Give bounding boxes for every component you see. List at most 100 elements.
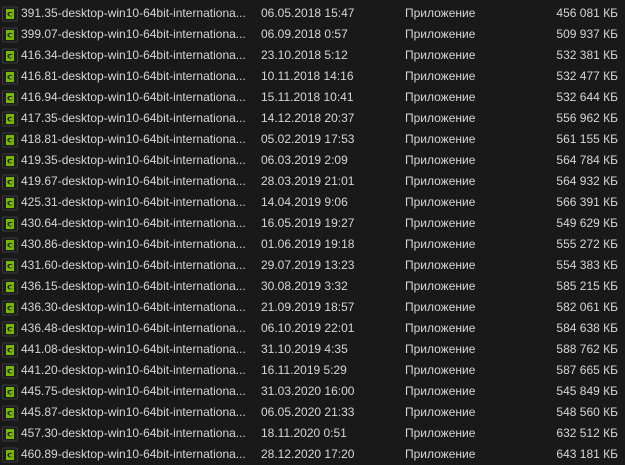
file-size: 549 629 КБ [556,216,618,230]
file-row[interactable]: 419.35-desktop-win10-64bit-internationa.… [0,150,625,171]
file-row[interactable]: 430.86-desktop-win10-64bit-internationa.… [0,234,625,255]
file-row[interactable]: 441.08-desktop-win10-64bit-internationa.… [0,339,625,360]
file-name: 418.81-desktop-win10-64bit-internationa.… [21,132,246,146]
file-modified-date: 31.03.2020 16:00 [261,384,355,398]
nvidia-installer-icon [2,255,18,276]
nvidia-installer-icon [2,87,18,108]
file-row[interactable]: 445.75-desktop-win10-64bit-internationa.… [0,381,625,402]
nvidia-installer-icon [2,150,18,171]
file-name: 430.64-desktop-win10-64bit-internationa.… [21,216,246,230]
file-row[interactable]: 431.60-desktop-win10-64bit-internationa.… [0,255,625,276]
file-name: 445.87-desktop-win10-64bit-internationa.… [21,405,246,419]
file-name: 417.35-desktop-win10-64bit-internationa.… [21,111,246,125]
file-name: 416.34-desktop-win10-64bit-internationa.… [21,48,246,62]
file-row[interactable]: 445.87-desktop-win10-64bit-internationa.… [0,402,625,423]
nvidia-installer-icon [2,234,18,255]
nvidia-installer-icon [2,213,18,234]
file-row[interactable]: 416.81-desktop-win10-64bit-internationa.… [0,66,625,87]
file-size: 564 932 КБ [556,174,618,188]
file-row[interactable]: 417.35-desktop-win10-64bit-internationa.… [0,108,625,129]
file-size: 582 061 КБ [556,300,618,314]
file-size: 548 560 КБ [556,405,618,419]
file-size: 643 181 КБ [556,447,618,461]
file-type: Приложение [405,6,476,20]
file-size: 532 381 КБ [556,48,618,62]
nvidia-installer-icon [2,318,18,339]
file-row[interactable]: 425.31-desktop-win10-64bit-internationa.… [0,192,625,213]
file-size: 509 937 КБ [556,27,618,41]
file-row[interactable]: 430.64-desktop-win10-64bit-internationa.… [0,213,625,234]
file-list: 391.35-desktop-win10-64bit-internationa.… [0,3,625,465]
file-row[interactable]: 436.15-desktop-win10-64bit-internationa.… [0,276,625,297]
file-type: Приложение [405,279,476,293]
file-type: Приложение [405,258,476,272]
file-modified-date: 15.11.2018 10:41 [261,90,354,104]
file-name: 436.15-desktop-win10-64bit-internationa.… [21,279,246,293]
file-size: 588 762 КБ [556,342,618,356]
file-type: Приложение [405,69,476,83]
file-modified-date: 06.10.2019 22:01 [261,321,355,335]
file-type: Приложение [405,321,476,335]
file-name: 391.35-desktop-win10-64bit-internationa.… [21,6,246,20]
file-name: 419.67-desktop-win10-64bit-internationa.… [21,174,246,188]
file-modified-date: 28.03.2019 21:01 [261,174,355,188]
file-name: 419.35-desktop-win10-64bit-internationa.… [21,153,246,167]
file-size: 584 638 КБ [556,321,618,335]
file-row[interactable]: 418.81-desktop-win10-64bit-internationa.… [0,129,625,150]
file-name: 430.86-desktop-win10-64bit-internationa.… [21,237,246,251]
file-size: 532 477 КБ [556,69,618,83]
file-row[interactable]: 416.94-desktop-win10-64bit-internationa.… [0,87,625,108]
file-modified-date: 10.11.2018 14:16 [261,69,354,83]
file-type: Приложение [405,48,476,62]
file-type: Приложение [405,153,476,167]
file-row[interactable]: 457.30-desktop-win10-64bit-internationa.… [0,423,625,444]
file-modified-date: 23.10.2018 5:12 [261,48,348,62]
file-size: 564 784 КБ [556,153,618,167]
nvidia-installer-icon [2,339,18,360]
file-name: 460.89-desktop-win10-64bit-internationa.… [21,447,246,461]
file-name: 425.31-desktop-win10-64bit-internationa.… [21,195,246,209]
nvidia-installer-icon [2,276,18,297]
file-type: Приложение [405,447,476,461]
file-row[interactable]: 419.67-desktop-win10-64bit-internationa.… [0,171,625,192]
nvidia-installer-icon [2,444,18,465]
file-name: 431.60-desktop-win10-64bit-internationa.… [21,258,246,272]
file-modified-date: 21.09.2019 18:57 [261,300,355,314]
nvidia-installer-icon [2,129,18,150]
nvidia-installer-icon [2,402,18,423]
file-name: 416.81-desktop-win10-64bit-internationa.… [21,69,246,83]
file-size: 456 081 КБ [556,6,618,20]
file-size: 587 665 КБ [556,363,618,377]
file-name: 445.75-desktop-win10-64bit-internationa.… [21,384,246,398]
file-type: Приложение [405,27,476,41]
file-row[interactable]: 391.35-desktop-win10-64bit-internationa.… [0,3,625,24]
file-size: 555 272 КБ [556,237,618,251]
nvidia-installer-icon [2,171,18,192]
file-type: Приложение [405,384,476,398]
file-row[interactable]: 436.48-desktop-win10-64bit-internationa.… [0,318,625,339]
nvidia-installer-icon [2,360,18,381]
file-name: 399.07-desktop-win10-64bit-internationa.… [21,27,246,41]
nvidia-installer-icon [2,45,18,66]
file-row[interactable]: 416.34-desktop-win10-64bit-internationa.… [0,45,625,66]
nvidia-installer-icon [2,108,18,129]
file-row[interactable]: 460.89-desktop-win10-64bit-internationa.… [0,444,625,465]
file-modified-date: 06.09.2018 0:57 [261,27,348,41]
file-type: Приложение [405,405,476,419]
file-name: 441.20-desktop-win10-64bit-internationa.… [21,363,246,377]
file-modified-date: 29.07.2019 13:23 [261,258,355,272]
file-row[interactable]: 399.07-desktop-win10-64bit-internationa.… [0,24,625,45]
file-name: 436.48-desktop-win10-64bit-internationa.… [21,321,246,335]
file-modified-date: 14.04.2019 9:06 [261,195,348,209]
file-modified-date: 06.03.2019 2:09 [261,153,348,167]
file-modified-date: 14.12.2018 20:37 [261,111,355,125]
file-row[interactable]: 436.30-desktop-win10-64bit-internationa.… [0,297,625,318]
file-row[interactable]: 441.20-desktop-win10-64bit-internationa.… [0,360,625,381]
nvidia-installer-icon [2,3,18,24]
nvidia-installer-icon [2,24,18,45]
file-type: Приложение [405,195,476,209]
file-modified-date: 01.06.2019 19:18 [261,237,355,251]
file-modified-date: 16.05.2019 19:27 [261,216,355,230]
file-size: 585 215 КБ [556,279,618,293]
file-type: Приложение [405,111,476,125]
